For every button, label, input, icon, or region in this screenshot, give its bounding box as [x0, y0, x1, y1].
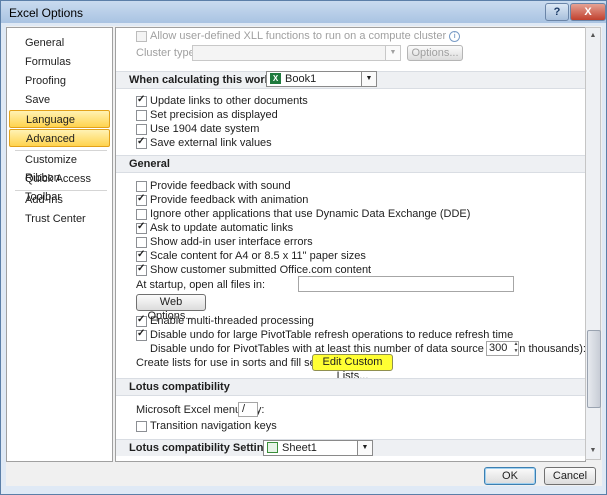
info-icon: i: [449, 30, 461, 42]
save-external-links-checkbox[interactable]: [136, 136, 147, 149]
lotus-settings-select[interactable]: Sheet1 ▼: [263, 440, 373, 456]
multithread-checkbox[interactable]: [136, 314, 147, 327]
startup-folder-input[interactable]: [298, 276, 514, 292]
nav-item-proofing[interactable]: Proofing: [9, 72, 110, 90]
ask-update-links-checkbox[interactable]: [136, 221, 147, 234]
cluster-options-button[interactable]: Options...: [407, 45, 463, 61]
chevron-down-icon: ▼: [357, 441, 372, 455]
xll-label: Allow user-defined XLL functions to run …: [150, 28, 461, 44]
general-section-header: General: [116, 155, 585, 173]
category-nav: General Formulas Proofing Save Language …: [6, 27, 113, 462]
feedback-sound-checkbox[interactable]: [136, 181, 147, 192]
excel-options-dialog: Excel Options ? X General Formulas Proof…: [0, 0, 607, 495]
edit-custom-lists-button[interactable]: Edit Custom Lists...: [312, 354, 393, 382]
scale-content-checkbox[interactable]: [136, 249, 147, 262]
disable-undo-checkbox[interactable]: [136, 328, 147, 341]
date-1904-checkbox[interactable]: [136, 124, 147, 135]
title-bar[interactable]: Excel Options ? X: [1, 1, 606, 23]
nav-item-save[interactable]: Save: [9, 91, 110, 109]
cancel-button[interactable]: Cancel: [544, 467, 596, 485]
nav-item-trust-center[interactable]: Trust Center: [9, 210, 110, 228]
web-options-button[interactable]: Web Options...: [136, 294, 206, 322]
nav-item-add-ins[interactable]: Add-Ins: [9, 191, 110, 209]
help-button[interactable]: ?: [545, 3, 569, 21]
close-button[interactable]: X: [570, 3, 606, 21]
sheet-icon: [267, 442, 278, 453]
set-precision-checkbox[interactable]: [136, 110, 147, 121]
transition-nav-keys-checkbox[interactable]: [136, 421, 147, 432]
ignore-dde-checkbox[interactable]: [136, 209, 147, 220]
spinner-arrows-icon[interactable]: ▲ ▼: [512, 341, 520, 356]
update-links-checkbox[interactable]: [136, 94, 147, 107]
nav-item-quick-access-toolbar[interactable]: Quick Access Toolbar: [9, 170, 110, 203]
feedback-animation-checkbox[interactable]: [136, 193, 147, 206]
nav-item-formulas[interactable]: Formulas: [9, 53, 110, 71]
lotus-section-header: Lotus compatibility: [116, 378, 585, 396]
chevron-down-icon: ▼: [361, 72, 376, 86]
nav-item-advanced[interactable]: Advanced: [9, 129, 110, 147]
cluster-type-label: Cluster type:: [136, 47, 198, 59]
menu-key-input[interactable]: /: [238, 402, 258, 417]
calc-workbook-select[interactable]: X Book1 ▼: [266, 71, 377, 87]
startup-folder-label: At startup, open all files in:: [136, 279, 266, 291]
scroll-down-icon[interactable]: ▼: [586, 443, 600, 459]
vertical-scrollbar[interactable]: ▲ ▼: [585, 27, 601, 460]
scroll-up-icon[interactable]: ▲: [586, 28, 600, 44]
nav-item-customize-ribbon[interactable]: Customize Ribbon: [9, 151, 110, 184]
office-content-checkbox[interactable]: [136, 263, 147, 276]
addin-errors-checkbox[interactable]: [136, 237, 147, 248]
xll-checkbox[interactable]: [136, 31, 147, 42]
nav-item-language[interactable]: Language: [9, 110, 110, 128]
advanced-options-pane: Allow user-defined XLL functions to run …: [115, 27, 586, 462]
scrollbar-thumb[interactable]: [587, 330, 601, 408]
transition-nav-keys-label: Transition navigation keys: [150, 420, 277, 432]
window-title: Excel Options: [9, 6, 84, 20]
chevron-down-icon: ▼: [385, 46, 400, 60]
nav-item-general[interactable]: General: [9, 34, 110, 52]
excel-icon: X: [270, 73, 281, 84]
ok-button[interactable]: OK: [484, 467, 536, 485]
save-external-links-label: Save external link values: [150, 137, 272, 149]
cluster-type-select[interactable]: ▼: [192, 45, 401, 61]
